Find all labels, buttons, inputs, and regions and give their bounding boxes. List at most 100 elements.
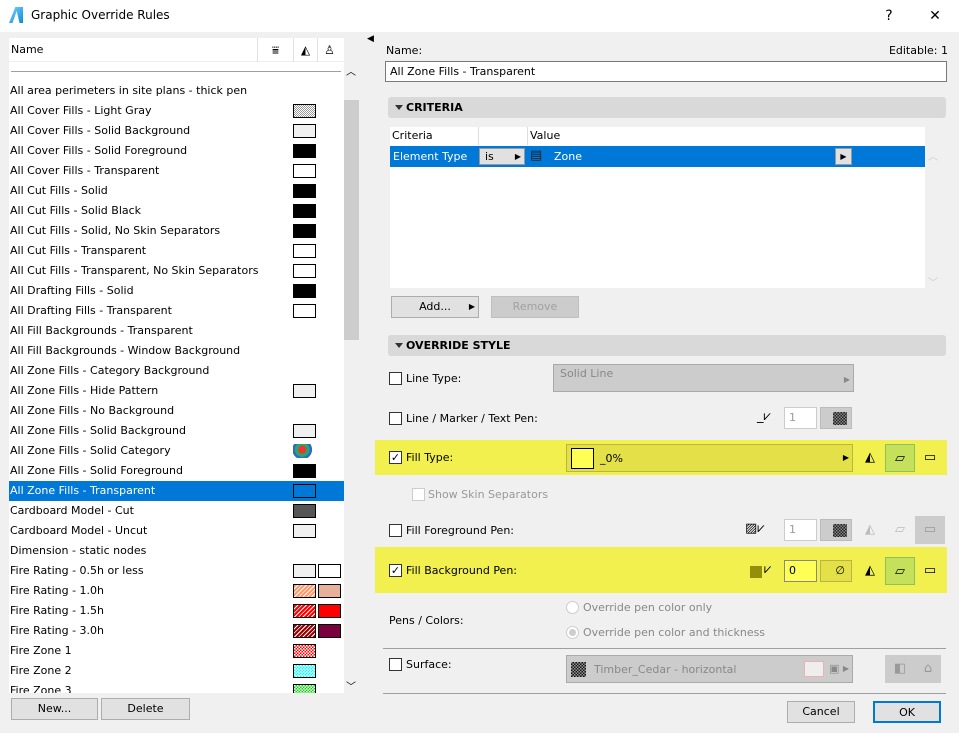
- pen-color-swatch: [750, 566, 762, 578]
- list-item[interactable]: Cardboard Model - Cut: [9, 501, 344, 521]
- fg-pen-input[interactable]: 1: [784, 519, 817, 541]
- list-item[interactable]: All Zone Fills - Solid Background: [9, 421, 344, 441]
- criteria-scroll-down-icon[interactable]: ﹀: [928, 274, 938, 289]
- criteria-name: Element Type: [393, 150, 468, 163]
- list-item-label: All Cut Fills - Solid Black: [10, 204, 142, 217]
- list-item[interactable]: All Cut Fills - Transparent, No Skin Sep…: [9, 261, 344, 281]
- override-section-header[interactable]: OVERRIDE STYLE: [388, 335, 946, 356]
- remove-criteria-button[interactable]: Remove: [491, 296, 579, 318]
- operator-dropdown[interactable]: is ▶: [479, 148, 525, 165]
- fill-type-dropdown[interactable]: _0% ▶: [566, 444, 853, 472]
- surface-dropdown[interactable]: Timber_Cedar - horizontal ▣ ▶: [566, 655, 853, 683]
- bg-pen-checkbox[interactable]: ✓: [389, 564, 402, 577]
- list-item[interactable]: Fire Rating - 0.5h or less: [9, 561, 344, 581]
- list-item-label: All Cut Fills - Transparent, No Skin Sep…: [10, 264, 259, 277]
- cover-fill-toggle-icon[interactable]: ▱: [885, 557, 915, 585]
- list-item[interactable]: All Zone Fills - Transparent: [9, 481, 344, 501]
- help-button[interactable]: ?: [874, 4, 904, 28]
- surface-3d-icon[interactable]: ◧: [885, 655, 915, 683]
- drafting-fill-toggle-icon[interactable]: ▭: [915, 516, 945, 544]
- close-button[interactable]: ✕: [920, 4, 950, 28]
- hatch-pen-icon: ▨⩗: [745, 521, 765, 536]
- list-item[interactable]: All Cover Fills - Solid Background: [9, 121, 344, 141]
- ok-button[interactable]: OK: [873, 701, 941, 723]
- list-item[interactable]: All Drafting Fills - Solid: [9, 281, 344, 301]
- line-pen-checkbox[interactable]: [389, 412, 402, 425]
- cut-fill-toggle-icon[interactable]: ◭: [855, 557, 885, 585]
- column-name[interactable]: Name: [11, 43, 43, 56]
- list-item[interactable]: All Cover Fills - Solid Foreground: [9, 141, 344, 161]
- drafting-fill-toggle-icon[interactable]: ▭: [915, 557, 945, 585]
- fg-pen-checkbox[interactable]: [389, 524, 402, 537]
- list-item[interactable]: Fire Zone 2: [9, 661, 344, 681]
- cut-fill-toggle-icon[interactable]: ◭: [855, 516, 885, 544]
- cancel-button[interactable]: Cancel: [787, 701, 855, 723]
- list-item[interactable]: Dimension - static nodes: [9, 541, 344, 561]
- pen-color-thickness-radio[interactable]: [566, 626, 579, 639]
- list-item[interactable]: All Cut Fills - Transparent: [9, 241, 344, 261]
- list-item-label: Fire Rating - 0.5h or less: [10, 564, 144, 577]
- delete-button[interactable]: Delete: [101, 698, 190, 720]
- bg-pen-color-button[interactable]: ∅: [820, 560, 852, 582]
- collapse-panel-icon[interactable]: ◀: [367, 34, 374, 44]
- list-item[interactable]: All Cut Fills - Solid Black: [9, 201, 344, 221]
- criteria-row[interactable]: Element Type is ▶ ▤ Zone ▶: [390, 146, 925, 167]
- criteria-table[interactable]: Criteria Value Element Type is ▶ ▤ Zone ▶: [390, 127, 925, 288]
- cut-fill-toggle-icon[interactable]: ◭: [855, 444, 885, 472]
- rules-list[interactable]: Name ⩸ ◭ ♙ All area perimeters in site p…: [9, 38, 344, 693]
- new-button[interactable]: New...: [11, 698, 98, 720]
- list-item[interactable]: All Fill Backgrounds - Transparent: [9, 321, 344, 341]
- cover-fill-toggle-icon[interactable]: ▱: [885, 516, 915, 544]
- criteria-section-header[interactable]: CRITERIA: [388, 97, 946, 118]
- line-type-checkbox[interactable]: [389, 372, 402, 385]
- list-item[interactable]: All Zone Fills - Solid Category: [9, 441, 344, 461]
- bg-pen-input[interactable]: 0: [784, 560, 817, 582]
- scroll-up-icon[interactable]: ︿: [346, 63, 356, 78]
- pen-color-only-radio[interactable]: [566, 601, 579, 614]
- list-item[interactable]: Cardboard Model - Uncut: [9, 521, 344, 541]
- divider: [383, 693, 946, 694]
- fg-pen-color-button[interactable]: [820, 519, 852, 541]
- list-item[interactable]: Fire Rating - 1.5h: [9, 601, 344, 621]
- list-item[interactable]: All Zone Fills - Category Background: [9, 361, 344, 381]
- fill-swatch: [293, 224, 316, 238]
- list-item[interactable]: All Cover Fills - Light Gray: [9, 101, 344, 121]
- drafting-fill-toggle-icon[interactable]: ▭: [915, 444, 945, 472]
- pen-icon[interactable]: ◭: [293, 38, 317, 62]
- brush-icon[interactable]: ♙: [317, 38, 341, 62]
- criteria-scroll-up-icon[interactable]: ︿: [928, 148, 938, 163]
- surface-checkbox[interactable]: [389, 658, 402, 671]
- scroll-down-icon[interactable]: ﹀: [346, 678, 356, 693]
- list-item[interactable]: All Cover Fills - Transparent: [9, 161, 344, 181]
- name-input[interactable]: All Zone Fills - Transparent: [385, 61, 947, 82]
- cover-fill-toggle-icon[interactable]: ▱: [885, 444, 915, 472]
- list-item[interactable]: All area perimeters in site plans - thic…: [9, 81, 344, 101]
- list-item-label: All Cut Fills - Transparent: [10, 244, 147, 257]
- list-item-label: All Cover Fills - Light Gray: [10, 104, 152, 117]
- add-criteria-button[interactable]: Add... ▶: [391, 296, 479, 318]
- list-item[interactable]: All Cut Fills - Solid: [9, 181, 344, 201]
- fill-swatch: [293, 244, 316, 258]
- list-item[interactable]: All Zone Fills - Solid Foreground: [9, 461, 344, 481]
- value-dropdown-button[interactable]: ▶: [835, 148, 852, 165]
- list-item[interactable]: Fire Zone 3: [9, 681, 344, 693]
- line-type-dropdown[interactable]: Solid Line ▶: [553, 364, 854, 392]
- list-item[interactable]: All Fill Backgrounds - Window Background: [9, 341, 344, 361]
- scrollbar-thumb[interactable]: [344, 100, 359, 340]
- fill-swatch: [293, 384, 316, 398]
- list-item[interactable]: Fire Rating - 1.0h: [9, 581, 344, 601]
- list-item[interactable]: All Zone Fills - Hide Pattern: [9, 381, 344, 401]
- list-item-label: All Zone Fills - No Background: [10, 404, 175, 417]
- list-item[interactable]: All Drafting Fills - Transparent: [9, 301, 344, 321]
- fill-type-checkbox[interactable]: ✓: [389, 451, 402, 464]
- list-item[interactable]: All Zone Fills - No Background: [9, 401, 344, 421]
- dropdown-arrow-icon: ▶: [842, 664, 849, 673]
- list-item[interactable]: Fire Zone 1: [9, 641, 344, 661]
- surface-brush-icon[interactable]: ⌂: [915, 655, 941, 683]
- list-item[interactable]: All Cut Fills - Solid, No Skin Separator…: [9, 221, 344, 241]
- skin-separators-checkbox[interactable]: [412, 488, 425, 501]
- list-item[interactable]: Fire Rating - 3.0h: [9, 621, 344, 641]
- line-pen-input[interactable]: 1: [784, 407, 817, 429]
- pen-color-button[interactable]: [820, 407, 852, 429]
- fill-icon[interactable]: ⩸: [257, 38, 293, 62]
